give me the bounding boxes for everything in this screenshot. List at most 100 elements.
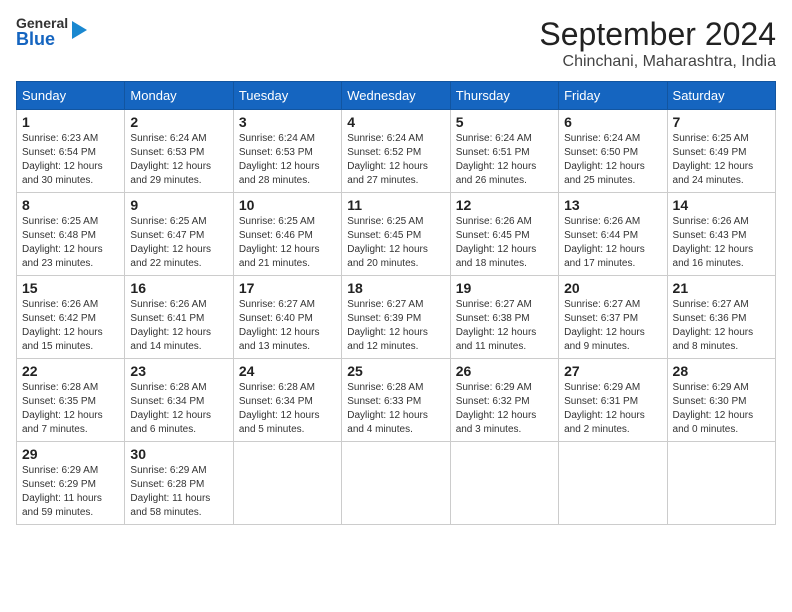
cell-info: Sunrise: 6:24 AMSunset: 6:53 PMDaylight:… bbox=[239, 132, 336, 188]
table-row: 15 Sunrise: 6:26 AMSunset: 6:42 PMDaylig… bbox=[17, 276, 125, 359]
table-row bbox=[667, 442, 775, 525]
table-row: 2 Sunrise: 6:24 AMSunset: 6:53 PMDayligh… bbox=[125, 110, 233, 193]
cell-info: Sunrise: 6:29 AMSunset: 6:30 PMDaylight:… bbox=[673, 381, 770, 437]
day-number: 23 bbox=[130, 363, 227, 379]
col-tuesday: Tuesday bbox=[233, 82, 341, 110]
cell-info: Sunrise: 6:29 AMSunset: 6:28 PMDaylight:… bbox=[130, 464, 227, 520]
cell-info: Sunrise: 6:25 AMSunset: 6:48 PMDaylight:… bbox=[22, 215, 119, 271]
cell-info: Sunrise: 6:25 AMSunset: 6:49 PMDaylight:… bbox=[673, 132, 770, 188]
cell-info: Sunrise: 6:29 AMSunset: 6:29 PMDaylight:… bbox=[22, 464, 119, 520]
col-wednesday: Wednesday bbox=[342, 82, 450, 110]
month-title: September 2024 bbox=[539, 16, 776, 53]
cell-info: Sunrise: 6:24 AMSunset: 6:50 PMDaylight:… bbox=[564, 132, 661, 188]
logo-text: General Blue bbox=[16, 16, 68, 48]
table-row: 12 Sunrise: 6:26 AMSunset: 6:45 PMDaylig… bbox=[450, 193, 558, 276]
table-row: 21 Sunrise: 6:27 AMSunset: 6:36 PMDaylig… bbox=[667, 276, 775, 359]
table-row: 14 Sunrise: 6:26 AMSunset: 6:43 PMDaylig… bbox=[667, 193, 775, 276]
cell-info: Sunrise: 6:27 AMSunset: 6:39 PMDaylight:… bbox=[347, 298, 444, 354]
calendar-week-2: 8 Sunrise: 6:25 AMSunset: 6:48 PMDayligh… bbox=[17, 193, 776, 276]
title-area: September 2024 Chinchani, Maharashtra, I… bbox=[539, 16, 776, 71]
col-saturday: Saturday bbox=[667, 82, 775, 110]
day-number: 17 bbox=[239, 280, 336, 296]
cell-info: Sunrise: 6:23 AMSunset: 6:54 PMDaylight:… bbox=[22, 132, 119, 188]
cell-info: Sunrise: 6:28 AMSunset: 6:34 PMDaylight:… bbox=[130, 381, 227, 437]
cell-info: Sunrise: 6:29 AMSunset: 6:31 PMDaylight:… bbox=[564, 381, 661, 437]
location-subtitle: Chinchani, Maharashtra, India bbox=[539, 53, 776, 71]
cell-info: Sunrise: 6:25 AMSunset: 6:45 PMDaylight:… bbox=[347, 215, 444, 271]
logo-arrow-icon bbox=[72, 21, 87, 39]
calendar-week-1: 1 Sunrise: 6:23 AMSunset: 6:54 PMDayligh… bbox=[17, 110, 776, 193]
table-row: 6 Sunrise: 6:24 AMSunset: 6:50 PMDayligh… bbox=[559, 110, 667, 193]
logo-general: General bbox=[16, 16, 68, 30]
col-thursday: Thursday bbox=[450, 82, 558, 110]
table-row bbox=[450, 442, 558, 525]
table-row: 13 Sunrise: 6:26 AMSunset: 6:44 PMDaylig… bbox=[559, 193, 667, 276]
day-number: 12 bbox=[456, 197, 553, 213]
table-row: 25 Sunrise: 6:28 AMSunset: 6:33 PMDaylig… bbox=[342, 359, 450, 442]
table-row: 30 Sunrise: 6:29 AMSunset: 6:28 PMDaylig… bbox=[125, 442, 233, 525]
day-number: 1 bbox=[22, 114, 119, 130]
table-row bbox=[559, 442, 667, 525]
table-row: 28 Sunrise: 6:29 AMSunset: 6:30 PMDaylig… bbox=[667, 359, 775, 442]
day-number: 3 bbox=[239, 114, 336, 130]
cell-info: Sunrise: 6:28 AMSunset: 6:34 PMDaylight:… bbox=[239, 381, 336, 437]
page-header: General Blue September 2024 Chinchani, M… bbox=[16, 16, 776, 71]
table-row: 11 Sunrise: 6:25 AMSunset: 6:45 PMDaylig… bbox=[342, 193, 450, 276]
day-number: 20 bbox=[564, 280, 661, 296]
day-number: 5 bbox=[456, 114, 553, 130]
day-number: 4 bbox=[347, 114, 444, 130]
table-row: 23 Sunrise: 6:28 AMSunset: 6:34 PMDaylig… bbox=[125, 359, 233, 442]
table-row: 22 Sunrise: 6:28 AMSunset: 6:35 PMDaylig… bbox=[17, 359, 125, 442]
calendar-table: Sunday Monday Tuesday Wednesday Thursday… bbox=[16, 81, 776, 525]
day-number: 27 bbox=[564, 363, 661, 379]
table-row: 9 Sunrise: 6:25 AMSunset: 6:47 PMDayligh… bbox=[125, 193, 233, 276]
day-number: 22 bbox=[22, 363, 119, 379]
logo: General Blue bbox=[16, 16, 87, 48]
table-row: 20 Sunrise: 6:27 AMSunset: 6:37 PMDaylig… bbox=[559, 276, 667, 359]
day-number: 11 bbox=[347, 197, 444, 213]
day-number: 24 bbox=[239, 363, 336, 379]
table-row: 26 Sunrise: 6:29 AMSunset: 6:32 PMDaylig… bbox=[450, 359, 558, 442]
cell-info: Sunrise: 6:24 AMSunset: 6:53 PMDaylight:… bbox=[130, 132, 227, 188]
table-row: 19 Sunrise: 6:27 AMSunset: 6:38 PMDaylig… bbox=[450, 276, 558, 359]
day-number: 25 bbox=[347, 363, 444, 379]
day-number: 30 bbox=[130, 446, 227, 462]
col-friday: Friday bbox=[559, 82, 667, 110]
day-number: 13 bbox=[564, 197, 661, 213]
day-number: 8 bbox=[22, 197, 119, 213]
day-number: 19 bbox=[456, 280, 553, 296]
table-row: 17 Sunrise: 6:27 AMSunset: 6:40 PMDaylig… bbox=[233, 276, 341, 359]
day-number: 9 bbox=[130, 197, 227, 213]
table-row: 5 Sunrise: 6:24 AMSunset: 6:51 PMDayligh… bbox=[450, 110, 558, 193]
cell-info: Sunrise: 6:25 AMSunset: 6:47 PMDaylight:… bbox=[130, 215, 227, 271]
cell-info: Sunrise: 6:24 AMSunset: 6:52 PMDaylight:… bbox=[347, 132, 444, 188]
cell-info: Sunrise: 6:26 AMSunset: 6:42 PMDaylight:… bbox=[22, 298, 119, 354]
cell-info: Sunrise: 6:27 AMSunset: 6:36 PMDaylight:… bbox=[673, 298, 770, 354]
day-number: 21 bbox=[673, 280, 770, 296]
col-sunday: Sunday bbox=[17, 82, 125, 110]
day-number: 26 bbox=[456, 363, 553, 379]
table-row bbox=[233, 442, 341, 525]
day-number: 16 bbox=[130, 280, 227, 296]
table-row: 8 Sunrise: 6:25 AMSunset: 6:48 PMDayligh… bbox=[17, 193, 125, 276]
calendar-week-3: 15 Sunrise: 6:26 AMSunset: 6:42 PMDaylig… bbox=[17, 276, 776, 359]
table-row bbox=[342, 442, 450, 525]
day-number: 28 bbox=[673, 363, 770, 379]
cell-info: Sunrise: 6:25 AMSunset: 6:46 PMDaylight:… bbox=[239, 215, 336, 271]
table-row: 24 Sunrise: 6:28 AMSunset: 6:34 PMDaylig… bbox=[233, 359, 341, 442]
day-number: 7 bbox=[673, 114, 770, 130]
table-row: 7 Sunrise: 6:25 AMSunset: 6:49 PMDayligh… bbox=[667, 110, 775, 193]
day-number: 14 bbox=[673, 197, 770, 213]
cell-info: Sunrise: 6:27 AMSunset: 6:40 PMDaylight:… bbox=[239, 298, 336, 354]
day-number: 10 bbox=[239, 197, 336, 213]
cell-info: Sunrise: 6:24 AMSunset: 6:51 PMDaylight:… bbox=[456, 132, 553, 188]
cell-info: Sunrise: 6:26 AMSunset: 6:45 PMDaylight:… bbox=[456, 215, 553, 271]
table-row: 3 Sunrise: 6:24 AMSunset: 6:53 PMDayligh… bbox=[233, 110, 341, 193]
col-monday: Monday bbox=[125, 82, 233, 110]
table-row: 29 Sunrise: 6:29 AMSunset: 6:29 PMDaylig… bbox=[17, 442, 125, 525]
table-row: 10 Sunrise: 6:25 AMSunset: 6:46 PMDaylig… bbox=[233, 193, 341, 276]
table-row: 18 Sunrise: 6:27 AMSunset: 6:39 PMDaylig… bbox=[342, 276, 450, 359]
calendar-week-4: 22 Sunrise: 6:28 AMSunset: 6:35 PMDaylig… bbox=[17, 359, 776, 442]
table-row: 27 Sunrise: 6:29 AMSunset: 6:31 PMDaylig… bbox=[559, 359, 667, 442]
day-number: 6 bbox=[564, 114, 661, 130]
